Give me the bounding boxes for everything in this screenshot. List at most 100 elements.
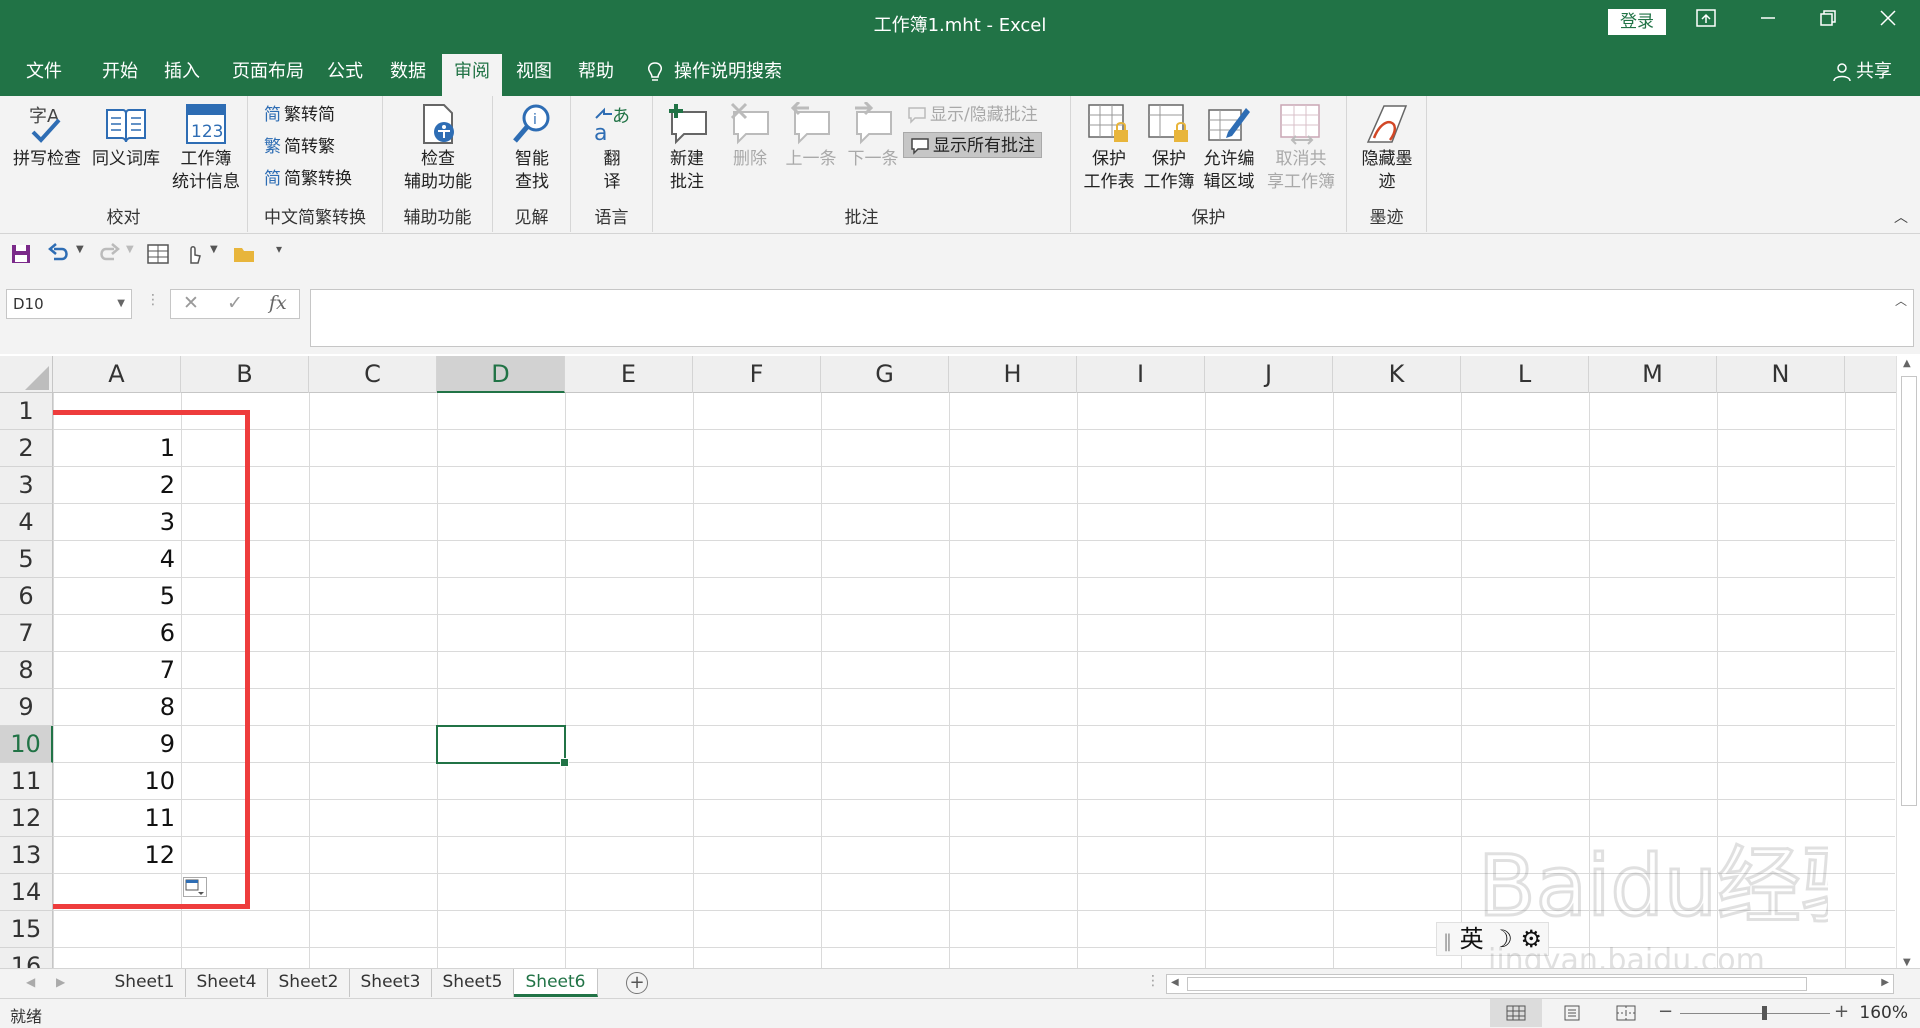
selected-cell-d10[interactable] [436,725,569,767]
ribbon-display-options-icon[interactable] [1686,6,1726,38]
tab-page-layout[interactable]: 页面布局 [220,54,316,96]
column-header-c[interactable]: C [309,356,437,393]
smart-lookup-button[interactable]: i 智能 查找 [501,102,563,194]
close-icon[interactable] [1868,6,1908,38]
row-header-13[interactable]: 13 [0,837,53,874]
tell-me-search[interactable]: 操作说明搜索 [646,54,782,90]
column-header-k[interactable]: K [1333,356,1461,393]
traditional-to-simplified-button[interactable]: 简繁转简 [264,102,335,128]
zoom-level[interactable]: 160% [1859,1003,1908,1023]
zoom-in-icon[interactable]: + [1834,1001,1849,1022]
row-header-2[interactable]: 2 [0,430,53,467]
row-header-6[interactable]: 6 [0,578,53,615]
sheet-tab-sheet1[interactable]: Sheet1 [104,969,186,997]
ime-toolbar[interactable]: ‖ 英 ☽ ⚙ [1436,922,1549,956]
touch-mode-icon[interactable] [182,242,204,266]
simplified-to-traditional-button[interactable]: 繁简转繁 [264,134,335,160]
login-button[interactable]: 登录 [1608,9,1666,35]
scroll-up-icon[interactable]: ▲ [1903,358,1911,369]
tab-data[interactable]: 数据 [378,54,438,96]
insert-function-icon[interactable]: fx [269,292,287,314]
row-header-3[interactable]: 3 [0,467,53,504]
delete-comment-button[interactable]: 删除 [723,102,777,171]
touch-dropdown-icon[interactable]: ▼ [210,244,218,255]
ime-settings-icon[interactable]: ⚙ [1520,925,1542,953]
moon-icon[interactable]: ☽ [1491,925,1513,953]
column-header-l[interactable]: L [1461,356,1589,393]
ime-language-toggle[interactable]: 英 [1460,925,1484,953]
restore-icon[interactable] [1808,6,1848,38]
print-preview-icon[interactable] [146,242,170,266]
autofill-options-icon[interactable] [183,877,207,897]
cancel-formula-icon[interactable]: ✕ [183,292,199,314]
minimize-icon[interactable] [1748,6,1788,38]
row-header-11[interactable]: 11 [0,763,53,800]
normal-view-button[interactable] [1490,999,1542,1027]
row-header-7[interactable]: 7 [0,615,53,652]
spelling-button[interactable]: 字A 拼写检查 [8,102,86,171]
chinese-conversion-button[interactable]: 简简繁转换 [264,166,352,192]
row-header-4[interactable]: 4 [0,504,53,541]
select-all-button[interactable] [0,356,53,393]
thesaurus-button[interactable]: 同义词库 [86,102,166,171]
tab-split-handle-icon[interactable]: ⋮ [1146,973,1160,989]
check-accessibility-button[interactable]: 检查 辅助功能 [389,102,487,194]
sheet-tab-sheet4[interactable]: Sheet4 [186,969,268,997]
sheet-tab-sheet2[interactable]: Sheet2 [268,969,350,997]
ime-drag-handle-icon[interactable]: ‖ [1443,931,1452,952]
sheet-tab-sheet6[interactable]: Sheet6 [514,969,598,997]
row-header-16[interactable]: 16 [0,948,53,970]
add-sheet-icon[interactable]: + [626,972,648,994]
horizontal-scrollbar[interactable]: ◀ ▶ [1166,974,1894,994]
undo-icon[interactable] [46,242,72,266]
tab-view[interactable]: 视图 [504,54,564,96]
sheet-tab-sheet5[interactable]: Sheet5 [432,969,514,997]
tab-home[interactable]: 开始 [90,54,150,96]
formula-bar-splitter-icon[interactable]: ⋮ [146,292,160,308]
new-comment-button[interactable]: 新建 批注 [659,102,715,194]
column-header-h[interactable]: H [949,356,1077,393]
column-header-j[interactable]: J [1205,356,1333,393]
row-header-10[interactable]: 10 [0,726,53,763]
column-header-i[interactable]: I [1077,356,1205,393]
column-header-e[interactable]: E [565,356,693,393]
column-header-g[interactable]: G [821,356,949,393]
zoom-out-icon[interactable]: − [1658,1001,1673,1022]
show-hide-comment-button[interactable]: 显示/隐藏批注 [907,102,1038,128]
row-header-9[interactable]: 9 [0,689,53,726]
previous-comment-button[interactable]: 上一条 [781,102,841,171]
scroll-right-icon[interactable]: ▶ [1881,977,1889,988]
collapse-ribbon-icon[interactable]: ︿ [1894,207,1908,227]
redo-icon[interactable] [96,242,122,266]
column-header-m[interactable]: M [1589,356,1717,393]
row-header-8[interactable]: 8 [0,652,53,689]
formula-input[interactable]: ︿ [310,289,1914,347]
horizontal-scroll-thumb[interactable] [1187,977,1807,991]
next-sheet-icon[interactable]: ▶ [56,975,65,989]
sheet-tab-sheet3[interactable]: Sheet3 [350,969,432,997]
row-header-5[interactable]: 5 [0,541,53,578]
prev-sheet-icon[interactable]: ◀ [26,975,35,989]
protect-workbook-button[interactable]: 保护 工作簿 [1141,102,1197,194]
undo-dropdown-icon[interactable]: ▼ [76,244,84,255]
column-header-a[interactable]: A [53,356,181,393]
next-comment-button[interactable]: 下一条 [843,102,903,171]
vertical-scrollbar[interactable]: ▲ ▼ [1896,356,1920,970]
tab-help[interactable]: 帮助 [566,54,626,96]
share-button[interactable]: 共享 [1832,54,1892,90]
enter-formula-icon[interactable]: ✓ [227,292,243,314]
row-header-1[interactable]: 1 [0,393,53,430]
scroll-down-icon[interactable]: ▼ [1903,957,1911,968]
row-header-12[interactable]: 12 [0,800,53,837]
column-header-f[interactable]: F [693,356,821,393]
row-header-14[interactable]: 14 [0,874,53,911]
column-header-d[interactable]: D [437,356,565,393]
vertical-scroll-thumb[interactable] [1901,376,1917,806]
tab-formulas[interactable]: 公式 [315,54,375,96]
zoom-slider-thumb[interactable] [1762,1006,1767,1020]
redo-dropdown-icon[interactable]: ▼ [126,244,134,255]
name-box-dropdown-icon[interactable]: ▼ [117,290,125,318]
name-box[interactable]: D10 ▼ [6,289,132,319]
expand-formula-bar-icon[interactable]: ︿ [1895,292,1907,309]
column-header-b[interactable]: B [181,356,309,393]
